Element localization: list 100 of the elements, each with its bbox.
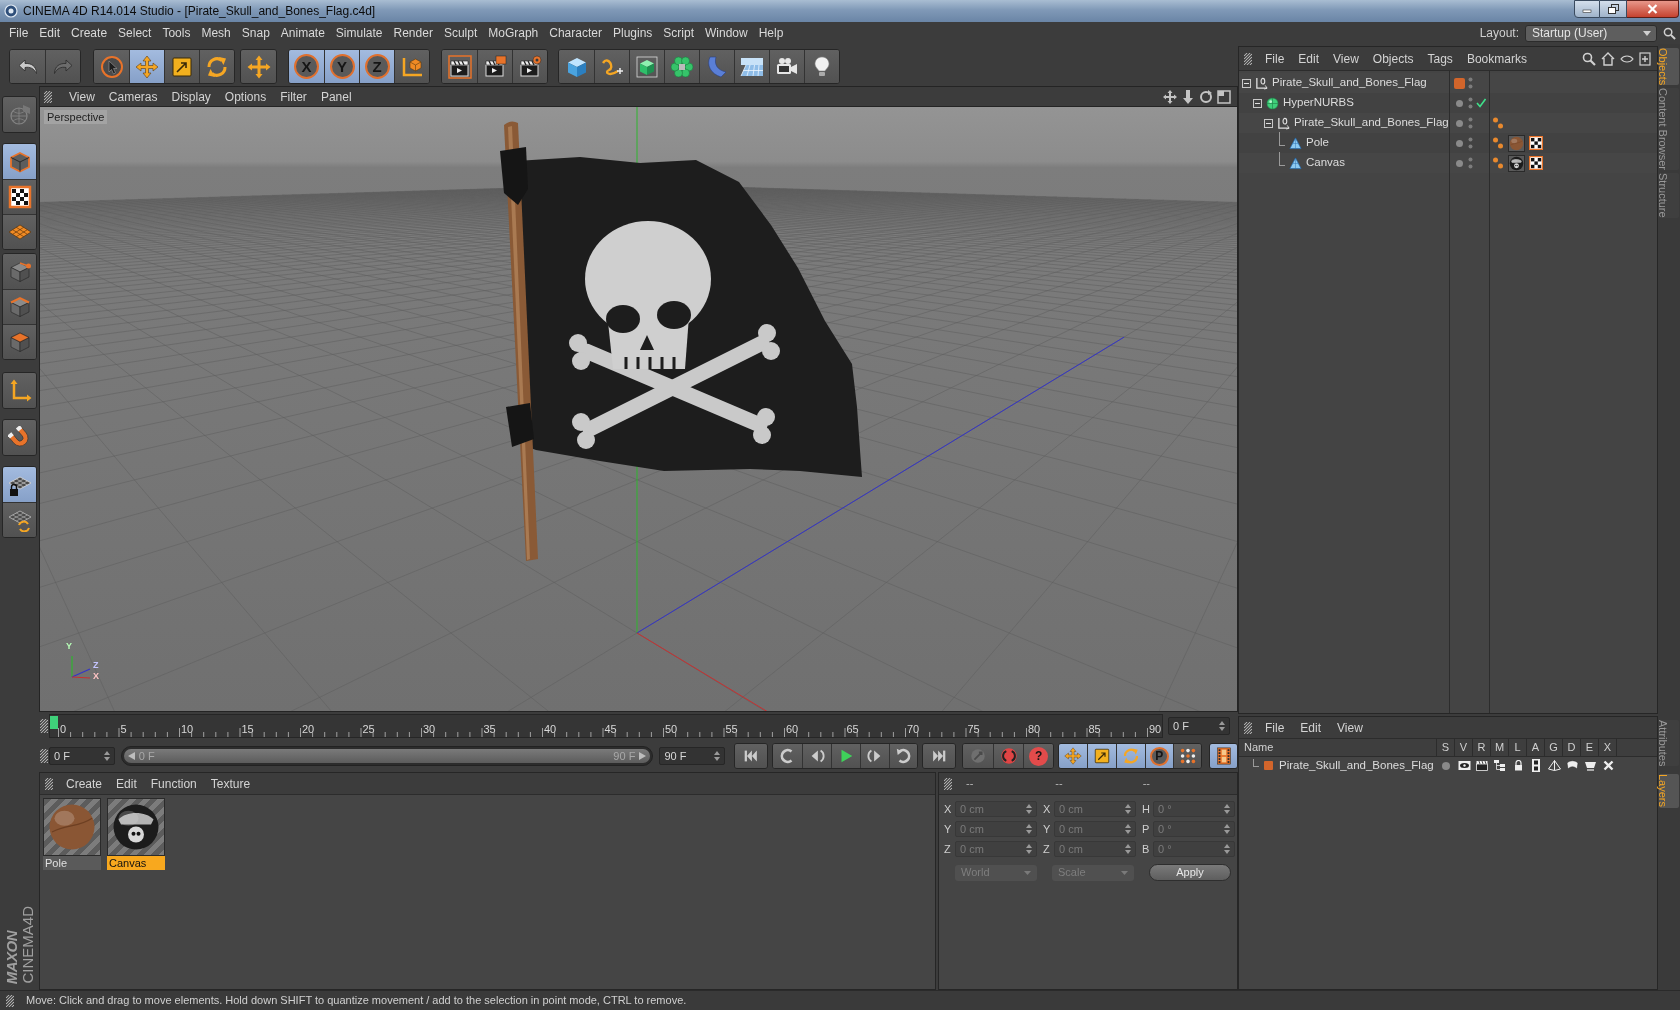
- undo-button[interactable]: [10, 50, 45, 83]
- menu-item[interactable]: Create: [71, 27, 108, 39]
- column-header[interactable]: E: [1581, 739, 1599, 756]
- menu-item[interactable]: Simulate: [335, 27, 383, 39]
- previous-frame-button[interactable]: [802, 744, 831, 768]
- next-key-button[interactable]: [889, 744, 918, 768]
- collapse-box-icon[interactable]: [1242, 78, 1251, 88]
- menu-item[interactable]: Help: [758, 27, 784, 39]
- transform-tool-button[interactable]: [241, 50, 276, 83]
- layer-color-swatch[interactable]: [1454, 77, 1465, 89]
- column-header[interactable]: A: [1527, 739, 1545, 756]
- menu-item[interactable]: Script: [663, 27, 694, 39]
- object-name[interactable]: Pirate_Skull_and_Bones_Flag: [1294, 117, 1449, 129]
- rotation-key-button[interactable]: [1115, 744, 1145, 768]
- viewport-menu-item[interactable]: View: [69, 90, 95, 103]
- menu-item[interactable]: Plugins: [612, 27, 653, 39]
- side-tab[interactable]: Content Browser: [1659, 88, 1679, 171]
- edges-mode-button[interactable]: [3, 289, 36, 324]
- menu-item[interactable]: Select: [118, 27, 152, 39]
- collapse-box-icon[interactable]: [1264, 118, 1273, 128]
- axis-mode-button[interactable]: [3, 373, 36, 408]
- light-button[interactable]: [804, 50, 839, 83]
- point-level-button[interactable]: [1173, 744, 1202, 768]
- keyframe-help-button[interactable]: ?: [1023, 744, 1053, 768]
- object-menu-item[interactable]: Tags: [1427, 52, 1453, 65]
- viewport-canvas[interactable]: Perspective Y Z X: [40, 106, 1237, 711]
- material-menu-item[interactable]: Edit: [116, 777, 137, 790]
- layout-dropdown[interactable]: Startup (User): [1525, 24, 1657, 42]
- material-menu-item[interactable]: Function: [150, 777, 197, 790]
- camera-button[interactable]: [769, 50, 804, 83]
- side-tab[interactable]: Attributes: [1659, 720, 1679, 767]
- texture-mode-button[interactable]: [3, 179, 36, 214]
- grip-icon[interactable]: [6, 994, 14, 1007]
- position-key-button[interactable]: [1058, 744, 1088, 768]
- snap-button[interactable]: [3, 420, 36, 455]
- object-name[interactable]: HyperNURBS: [1283, 97, 1354, 109]
- viewport-menu-item[interactable]: Panel: [320, 90, 352, 103]
- column-header[interactable]: L: [1509, 739, 1527, 756]
- menu-item[interactable]: Sculpt: [443, 27, 478, 39]
- material-tag-icon[interactable]: [1508, 154, 1525, 172]
- playhead-marker[interactable]: [50, 716, 58, 729]
- object-menu-item[interactable]: View: [1333, 52, 1359, 65]
- layer-menu-item[interactable]: View: [1337, 721, 1363, 734]
- layer-menu-item[interactable]: Edit: [1300, 721, 1322, 734]
- menu-item[interactable]: Character: [549, 27, 602, 39]
- floor-button[interactable]: [734, 50, 769, 83]
- render-picture-button[interactable]: [477, 50, 512, 83]
- grip-icon[interactable]: [45, 777, 53, 790]
- play-button[interactable]: [831, 744, 860, 768]
- side-tab[interactable]: Layers: [1659, 774, 1679, 808]
- scale-tool-button[interactable]: [164, 50, 199, 83]
- menu-item[interactable]: File: [9, 27, 29, 39]
- material-name[interactable]: Canvas: [107, 856, 165, 870]
- go-to-end-button[interactable]: [923, 744, 956, 768]
- viewport-menu-item[interactable]: Filter: [280, 90, 307, 103]
- scale-key-button[interactable]: [1087, 744, 1116, 768]
- menu-item[interactable]: Animate: [280, 27, 325, 39]
- object-menu-item[interactable]: File: [1265, 52, 1285, 65]
- grip-icon[interactable]: [944, 777, 952, 790]
- previous-key-button[interactable]: [773, 744, 802, 768]
- next-frame-button[interactable]: [860, 744, 889, 768]
- menu-item[interactable]: Edit: [39, 27, 61, 39]
- viewport-menu-item[interactable]: Options: [224, 90, 267, 103]
- check-icon[interactable]: [1476, 98, 1486, 108]
- rotate-tool-button[interactable]: [199, 50, 234, 83]
- object-name[interactable]: Pole: [1306, 137, 1330, 149]
- points-mode-button[interactable]: [3, 254, 36, 289]
- timeline-ruler[interactable]: 0 5 10 15 20 25 30 35 40 45 50 55 60 65 70 75 80 85 90: [49, 714, 1163, 738]
- column-header[interactable]: V: [1455, 739, 1473, 756]
- column-header[interactable]: G: [1545, 739, 1563, 756]
- layer-name[interactable]: Pirate_Skull_and_Bones_Flag: [1279, 759, 1434, 772]
- object-menu-item[interactable]: Objects: [1372, 52, 1414, 65]
- column-header[interactable]: M: [1491, 739, 1509, 756]
- subdivision-surface-button[interactable]: [629, 50, 664, 83]
- apply-button[interactable]: Apply: [1149, 864, 1231, 881]
- column-header[interactable]: S: [1437, 739, 1455, 756]
- grip-icon[interactable]: [1244, 52, 1252, 65]
- menu-item[interactable]: Snap: [241, 27, 270, 39]
- material-menu-item[interactable]: Create: [66, 777, 103, 790]
- layer-color-swatch[interactable]: [1264, 761, 1273, 770]
- column-header[interactable]: X: [1599, 739, 1617, 756]
- live-selection-button[interactable]: [94, 50, 129, 83]
- object-name[interactable]: Canvas: [1306, 157, 1345, 169]
- coordinate-system-button[interactable]: [394, 50, 429, 83]
- viewport-menu-item[interactable]: Cameras: [108, 90, 158, 103]
- close-button[interactable]: [1627, 0, 1679, 18]
- grip-icon[interactable]: [40, 749, 48, 763]
- autokeying-button[interactable]: [993, 744, 1024, 768]
- model-mode-button[interactable]: [3, 144, 36, 179]
- cloner-button[interactable]: [664, 50, 699, 83]
- end-frame-field[interactable]: 90 F: [659, 747, 726, 765]
- start-frame-field[interactable]: 0 F: [49, 747, 115, 765]
- menu-item[interactable]: Render: [393, 27, 433, 39]
- material-name[interactable]: Pole: [43, 856, 101, 870]
- menu-item[interactable]: Tools: [162, 27, 191, 39]
- align-workplane-button[interactable]: [3, 502, 36, 537]
- viewport-menu-item[interactable]: Display: [171, 90, 211, 103]
- layer-menu-item[interactable]: File: [1265, 721, 1285, 734]
- spline-pen-button[interactable]: [594, 50, 629, 83]
- workplane-mode-button[interactable]: [3, 214, 36, 249]
